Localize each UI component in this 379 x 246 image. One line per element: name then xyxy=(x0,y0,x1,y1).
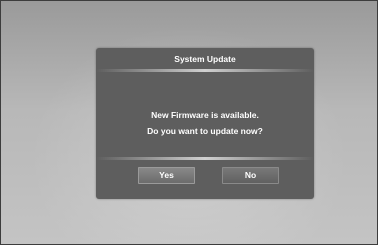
system-update-dialog: System Update New Firmware is available.… xyxy=(96,48,314,199)
no-button[interactable]: No xyxy=(222,167,279,184)
dialog-message-line2: Do you want to update now? xyxy=(147,126,263,136)
yes-button[interactable]: Yes xyxy=(138,167,195,184)
button-divider xyxy=(96,157,314,160)
tv-screen: System Update New Firmware is available.… xyxy=(0,0,378,245)
dialog-message-line1: New Firmware is available. xyxy=(151,110,259,120)
dialog-title: System Update xyxy=(174,54,236,64)
title-divider xyxy=(96,69,314,72)
